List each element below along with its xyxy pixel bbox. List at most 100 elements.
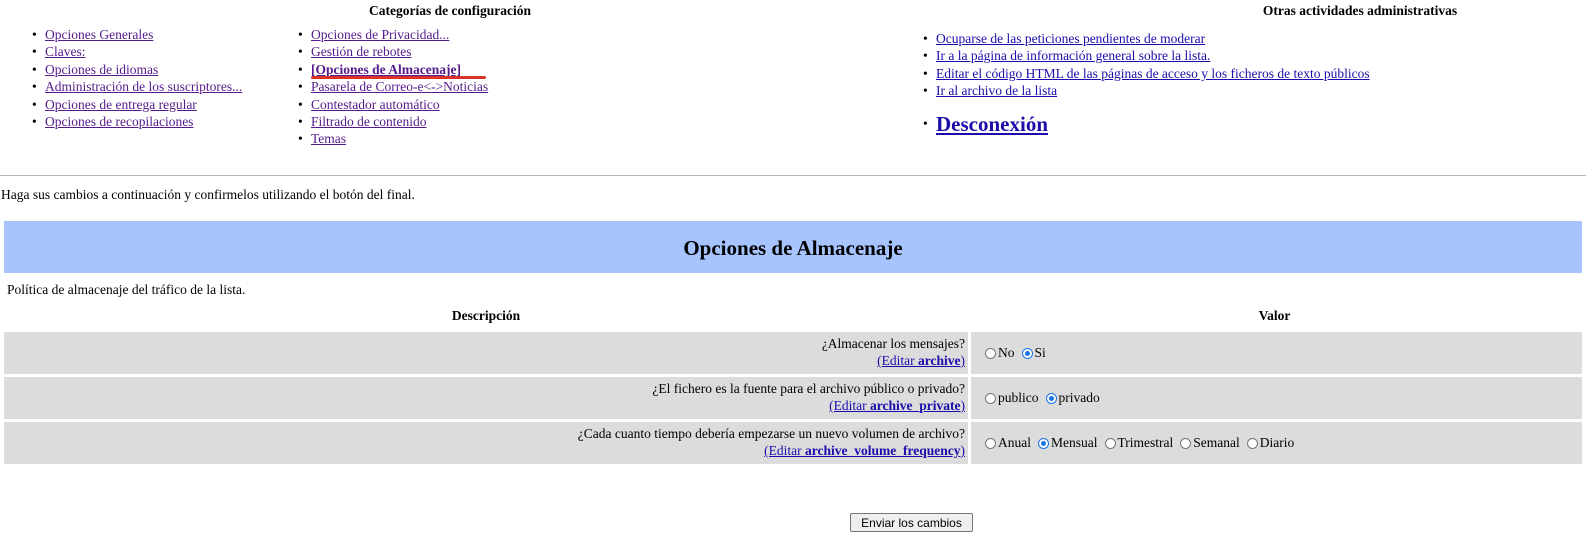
current-section-highlight	[311, 76, 486, 79]
nav-link-general[interactable]: Opciones Generales	[45, 27, 153, 42]
option-diario[interactable]: Diario	[1246, 435, 1295, 451]
option-trimestral[interactable]: Trimestral	[1104, 435, 1174, 451]
nav-item-members: Administración de los suscriptores...	[30, 78, 242, 96]
nav-item-topics: Temas	[296, 130, 488, 148]
option-no[interactable]: No	[985, 345, 1015, 361]
config-col-1: Opciones Generales Claves: Opciones de i…	[30, 26, 242, 131]
edit-archive-private-link[interactable]: (Editar archive_private)	[829, 398, 965, 413]
edit-archive-link[interactable]: (Editar archive)	[877, 353, 965, 368]
edit-variable: archive_volume_frequency	[805, 443, 961, 458]
admin-activities-title: Otras actividades administrativas	[1262, 3, 1458, 18]
nav-link-members[interactable]: Administración de los suscriptores...	[45, 79, 242, 94]
option-si[interactable]: Si	[1021, 345, 1046, 361]
submit-changes-button[interactable]: Enviar los cambios	[850, 513, 973, 532]
nav-item-nondigest: Opciones de entrega regular	[30, 96, 242, 114]
option-label: No	[998, 345, 1015, 360]
radio-trimestral[interactable]	[1104, 437, 1116, 449]
admin-item-edithtml: Editar el código HTML de las páginas de …	[921, 65, 1370, 83]
nav-link-digest[interactable]: Opciones de recopilaciones	[45, 114, 193, 129]
nav-item-autoreply: Contestador automático	[296, 96, 488, 114]
nav-item-bounce: Gestión de rebotes	[296, 43, 488, 61]
header-divider	[0, 175, 1586, 176]
admin-link-moderate[interactable]: Ocuparse de las peticiones pendientes de…	[936, 31, 1205, 46]
admin-links: Ocuparse de las peticiones pendientes de…	[921, 30, 1370, 139]
nav-item-contentfilter: Filtrado de contenido	[296, 113, 488, 131]
row-description-cell: ¿El fichero es la fuente para el archivo…	[4, 377, 968, 419]
row-value-cell: Anual Mensual Trimestral Semanal Diario	[971, 422, 1301, 464]
admin-item-logout: Desconexión	[921, 112, 1370, 139]
nav-item-languages: Opciones de idiomas	[30, 61, 242, 79]
section-banner: Opciones de Almacenaje	[4, 221, 1582, 273]
nav-link-bounce[interactable]: Gestión de rebotes	[311, 44, 411, 59]
section-description: Política de almacenaje del tráfico de la…	[7, 282, 246, 297]
option-label: publico	[998, 390, 1039, 405]
intro-text: Haga sus cambios a continuación y confir…	[1, 187, 415, 202]
option-label: Diario	[1259, 435, 1295, 450]
nav-link-topics[interactable]: Temas	[311, 131, 346, 146]
config-col-2: Opciones de Privacidad... Gestión de reb…	[296, 26, 488, 148]
nav-link-languages[interactable]: Opciones de idiomas	[45, 62, 158, 77]
table-row-archive: ¿Almacenar los mensajes? (Editar archive…	[4, 332, 1582, 374]
nav-link-autoreply[interactable]: Contestador automático	[311, 97, 440, 112]
nav-item-general: Opciones Generales	[30, 26, 242, 44]
option-anual[interactable]: Anual	[985, 435, 1031, 451]
row-value-cell: No Si	[971, 332, 1053, 374]
admin-link-listinfo[interactable]: Ir a la página de información general so…	[936, 48, 1210, 63]
edit-suffix: )	[960, 398, 966, 413]
row-edit-link-wrapper: (Editar archive)	[877, 353, 965, 369]
admin-item-moderate: Ocuparse de las peticiones pendientes de…	[921, 30, 1370, 48]
radio-privado-selected[interactable]	[1045, 392, 1057, 404]
radio-publico[interactable]	[985, 392, 996, 404]
option-semanal[interactable]: Semanal	[1180, 435, 1240, 451]
admin-item-archive: Ir al archivo de la lista	[921, 82, 1370, 100]
nav-link-gateway[interactable]: Pasarela de Correo-e<->Noticias	[311, 79, 488, 94]
option-label: Mensual	[1051, 435, 1098, 450]
nav-item-privacy: Opciones de Privacidad...	[296, 26, 488, 44]
radio-no[interactable]	[985, 347, 996, 359]
row-edit-link-wrapper: (Editar archive_private)	[829, 398, 965, 414]
nav-link-contentfilter[interactable]: Filtrado de contenido	[311, 114, 426, 129]
section-title: Opciones de Almacenaje	[683, 236, 903, 260]
radio-si-selected[interactable]	[1021, 347, 1033, 359]
nav-item-passwords: Claves:	[30, 43, 242, 61]
nav-link-nondigest[interactable]: Opciones de entrega regular	[45, 97, 197, 112]
logout-link[interactable]: Desconexión	[936, 112, 1048, 136]
nav-link-passwords[interactable]: Claves:	[45, 44, 86, 59]
admin-item-listinfo: Ir a la página de información general so…	[921, 47, 1370, 65]
row-description-cell: ¿Cada cuanto tiempo debería empezarse un…	[4, 422, 968, 464]
option-label: Trimestral	[1117, 435, 1174, 450]
row-description-cell: ¿Almacenar los mensajes? (Editar archive…	[4, 332, 968, 374]
edit-prefix: (Editar	[829, 398, 871, 413]
option-label: Si	[1034, 345, 1046, 360]
edit-volume-frequency-link[interactable]: (Editar archive_volume_frequency)	[764, 443, 965, 458]
radio-mensual-selected[interactable]	[1038, 437, 1049, 449]
edit-prefix: (Editar	[877, 353, 918, 368]
option-mensual[interactable]: Mensual	[1038, 435, 1098, 451]
admin-link-edithtml[interactable]: Editar el código HTML de las páginas de …	[936, 66, 1370, 81]
option-label: Anual	[998, 435, 1031, 450]
table-header-value: Valor	[1258, 308, 1291, 323]
nav-link-archive-current[interactable]: [Opciones de Almacenaje]	[311, 62, 461, 77]
edit-variable: archive_private	[870, 398, 961, 413]
edit-prefix: (Editar	[764, 443, 806, 458]
option-publico[interactable]: publico	[985, 390, 1039, 406]
config-categories-title: Categorías de configuración	[369, 3, 531, 18]
edit-suffix: )	[960, 443, 966, 458]
radio-diario[interactable]	[1246, 437, 1258, 449]
table-row-volume-frequency: ¿Cada cuanto tiempo debería empezarse un…	[4, 422, 1582, 464]
edit-suffix: )	[960, 353, 966, 368]
table-header-description: Descripción	[451, 308, 521, 323]
admin-link-archive[interactable]: Ir al archivo de la lista	[936, 83, 1057, 98]
radio-semanal[interactable]	[1180, 437, 1192, 449]
row-question: ¿Almacenar los mensajes?	[821, 336, 965, 351]
nav-link-privacy[interactable]: Opciones de Privacidad...	[311, 27, 449, 42]
nav-item-digest: Opciones de recopilaciones	[30, 113, 242, 131]
row-value-cell: publico privado	[971, 377, 1107, 419]
table-row-archive-private: ¿El fichero es la fuente para el archivo…	[4, 377, 1582, 419]
option-label: privado	[1058, 390, 1100, 405]
row-question: ¿Cada cuanto tiempo debería empezarse un…	[577, 426, 965, 441]
radio-anual[interactable]	[985, 437, 996, 449]
option-privado[interactable]: privado	[1045, 390, 1100, 406]
row-edit-link-wrapper: (Editar archive_volume_frequency)	[764, 443, 965, 459]
edit-variable: archive	[918, 353, 961, 368]
